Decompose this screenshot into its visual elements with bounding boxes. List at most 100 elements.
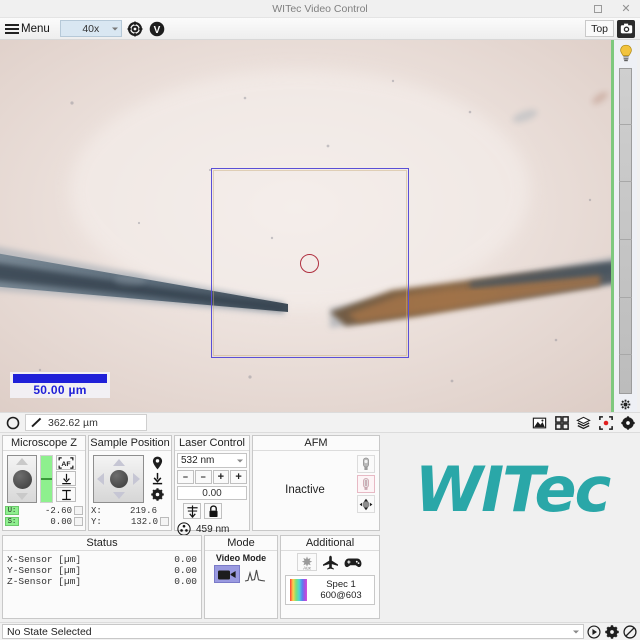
circle-measure-icon[interactable] [3, 414, 22, 431]
spectrum-swatch-icon [290, 579, 307, 601]
laser-control-body: 532 nm − − + + 0.00 459 nm [175, 451, 249, 538]
image-snapshot-icon[interactable] [530, 414, 549, 431]
laser-align-button[interactable] [183, 503, 201, 519]
spectrum-card-text: Spec 1 600@603 [312, 579, 370, 601]
afm-move-button[interactable] [357, 495, 375, 513]
close-button[interactable]: ✕ [612, 0, 640, 18]
scale-bar: 50.00 µm [10, 372, 110, 398]
objective-value: 40x [82, 22, 100, 35]
sample-settings-button[interactable] [147, 487, 167, 502]
z-joystick-knob[interactable] [12, 469, 32, 489]
top-view-label: Top [591, 22, 608, 35]
z-up-arrow-icon[interactable] [16, 458, 28, 465]
gamepad-button[interactable] [343, 553, 363, 571]
mode-caption: Mode [205, 536, 277, 551]
xy-up-arrow-icon[interactable] [112, 459, 125, 466]
run-state-button[interactable] [586, 624, 602, 640]
spectrum-mode-button[interactable] [242, 565, 268, 583]
sample-position-body: X: 219.6 Y: 132.0 [89, 451, 171, 529]
z-range-button[interactable] [56, 487, 76, 502]
maximize-icon [594, 4, 602, 13]
laser-lock-button[interactable] [204, 503, 222, 519]
video-mode-button[interactable] [214, 565, 240, 583]
z-approach-button[interactable] [56, 471, 76, 486]
xy-left-arrow-icon[interactable] [97, 473, 104, 485]
maximize-button[interactable] [584, 0, 612, 18]
z-down-arrow-icon[interactable] [16, 493, 28, 500]
laser-increase-fine-button[interactable]: + [212, 470, 230, 484]
sample-readout-zero[interactable] [160, 517, 169, 526]
disable-state-button[interactable] [622, 624, 638, 640]
grid-view-icon[interactable] [552, 414, 571, 431]
status-label-x: X-Sensor [µm] [7, 554, 82, 565]
xy-down-arrow-icon[interactable] [112, 492, 125, 499]
objective-select[interactable]: 40x [59, 20, 122, 37]
aperture-icon[interactable] [177, 522, 191, 536]
laser-decrease-coarse-button[interactable]: − [177, 470, 194, 484]
settings-gear-icon[interactable] [618, 414, 637, 431]
laser-decrease-fine-button[interactable]: − [194, 470, 212, 484]
video-camera-icon [218, 570, 236, 579]
airplane-button[interactable] [320, 553, 340, 571]
microscope-video-view[interactable]: 50.00 µm [0, 40, 614, 412]
map-pin-button[interactable] [147, 455, 167, 470]
light-bulb-icon[interactable] [615, 42, 636, 64]
video-area: 50.00 µm [0, 40, 640, 412]
sample-readout-key-x: X: [91, 505, 102, 516]
laser-spot-circle[interactable] [300, 254, 319, 273]
status-value-x: 0.00 [174, 554, 197, 565]
brightness-slider[interactable] [619, 68, 632, 394]
z-readout-zero-s[interactable] [74, 517, 83, 526]
status-row: Z-Sensor [µm] 0.00 [7, 576, 197, 587]
gear-icon [605, 624, 619, 639]
hamburger-icon [5, 23, 19, 34]
chevron-down-icon [573, 630, 579, 633]
airplane-icon [322, 555, 338, 569]
afm-panel: AFM Inactive [252, 435, 380, 531]
top-view-button[interactable]: Top [585, 20, 614, 37]
afm-tip-button[interactable] [357, 455, 375, 473]
scale-bar-line [13, 374, 107, 383]
sample-position-caption: Sample Position [89, 436, 171, 451]
afm-body: Inactive [253, 451, 379, 529]
layers-icon[interactable] [574, 414, 593, 431]
status-label-z: Z-Sensor [µm] [7, 576, 82, 587]
laser-increase-coarse-button[interactable]: + [230, 470, 247, 484]
laser-action-buttons [177, 503, 247, 519]
state-settings-button[interactable] [604, 624, 620, 640]
z-joystick[interactable] [7, 455, 37, 503]
laser-power-value[interactable]: 0.00 [177, 486, 247, 500]
state-select[interactable]: No State Selected [2, 624, 584, 639]
afm-cantilever-button[interactable] [357, 475, 375, 493]
xy-right-arrow-icon[interactable] [133, 473, 140, 485]
xy-joystick[interactable] [93, 455, 144, 503]
control-panels: Microscope Z AF U: -2.60 S: 0.00 Sample … [0, 433, 640, 622]
gear-icon [620, 399, 631, 409]
sample-readout-value-y: 132.0 [130, 516, 158, 527]
xy-joystick-knob[interactable] [109, 470, 128, 488]
spectrum-card[interactable]: Spec 1 600@603 [285, 575, 375, 605]
distance-field[interactable]: 362.62 µm [25, 414, 147, 431]
sample-approach-button[interactable] [147, 471, 167, 486]
chevron-down-icon [237, 459, 243, 462]
sample-readout-value-x: 219.6 [129, 505, 157, 516]
z-readout-zero-u[interactable] [74, 506, 83, 515]
menu-button[interactable]: Menu [3, 20, 52, 38]
camera-settings-button[interactable] [617, 19, 635, 38]
aux-button[interactable]: Aux [297, 553, 317, 571]
sample-position-panel: Sample Position X: 219.6 Y: 132.0 [88, 435, 172, 531]
center-target-icon[interactable] [596, 414, 615, 431]
sample-position-controls [91, 453, 169, 503]
sample-position-readout: X: 219.6 Y: 132.0 [91, 505, 169, 527]
afm-tip-icon [363, 457, 369, 470]
camera-icon [620, 23, 632, 34]
autofocus-label: AF [61, 461, 70, 468]
autofocus-button[interactable]: AF [56, 455, 76, 470]
laser-wavelength-value: 532 nm [181, 455, 215, 466]
video-mode-icon[interactable]: V [148, 20, 166, 38]
window-title: WITec Video Control [272, 2, 368, 15]
microscope-z-caption: Microscope Z [3, 436, 85, 451]
laser-wavelength-select[interactable]: 532 nm [177, 453, 247, 468]
illumination-settings-button[interactable] [620, 396, 631, 412]
crosshair-target-icon[interactable] [126, 20, 144, 38]
